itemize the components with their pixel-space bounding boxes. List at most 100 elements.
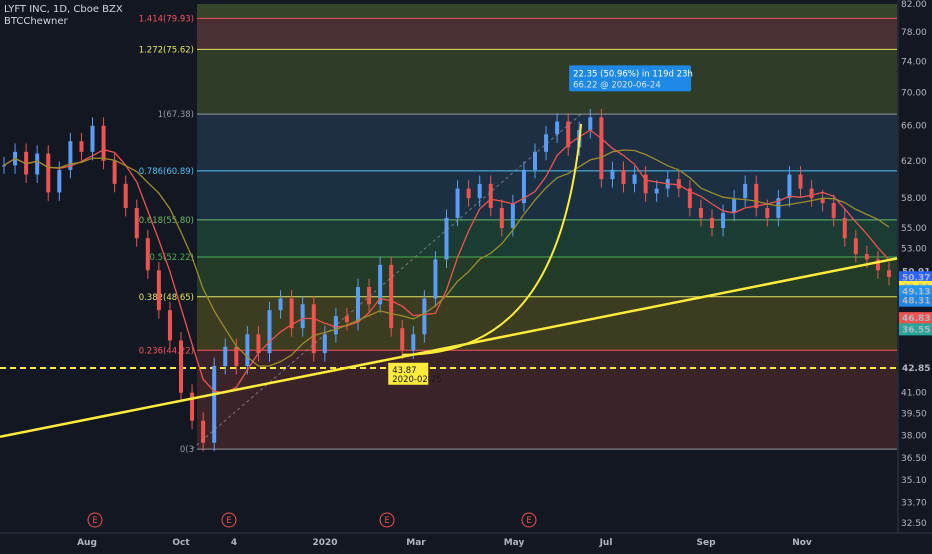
- fib-zone: [197, 170, 897, 220]
- candle-body: [499, 207, 504, 228]
- candle-body: [179, 340, 183, 393]
- candle-body: [510, 203, 515, 228]
- fib-label: 0.382(48.65): [139, 293, 194, 303]
- fib-label: 0.618(55.80): [139, 216, 194, 226]
- x-axis-label: Oct: [172, 538, 190, 548]
- candle-body: [864, 254, 869, 260]
- fib-zone: [197, 350, 897, 450]
- y-axis-label: 70.00: [901, 89, 927, 99]
- candle-body: [433, 259, 438, 299]
- y-axis-label: 55.00: [901, 224, 927, 234]
- candle-body: [356, 287, 360, 323]
- candle-body: [632, 174, 637, 184]
- candle-body: [278, 298, 283, 311]
- y-axis-label: 38.00: [901, 431, 927, 441]
- candle-body: [488, 183, 493, 208]
- candle-body: [621, 169, 626, 184]
- candle-body: [90, 125, 95, 152]
- candle-body: [123, 183, 128, 208]
- x-axis-label: May: [504, 538, 525, 548]
- x-axis-label: Aug: [77, 538, 97, 548]
- candle-body: [599, 117, 604, 180]
- earnings-label: E: [92, 516, 97, 526]
- candle-body: [46, 153, 51, 193]
- candle-body: [2, 165, 6, 167]
- candle-body: [654, 188, 659, 194]
- candle-body: [809, 188, 814, 199]
- chart-root: 1.414(79.93) 1.272(75.62) 1(67.38) 0.786(60…: [0, 0, 932, 550]
- price-tag: 48.31: [902, 297, 930, 307]
- chart-header: LYFT INC, 1D, Cboe BZX BTCChewner: [4, 4, 123, 28]
- y-axis-label: 82.00: [901, 0, 927, 10]
- x-axis-label: 2020: [312, 538, 337, 548]
- x-axis-label: Sep: [696, 538, 716, 548]
- candle-body: [267, 310, 272, 354]
- candle-body: [389, 264, 394, 329]
- candle-body: [112, 160, 117, 184]
- candle-body: [787, 174, 792, 199]
- x-axis-label: Jul: [599, 538, 613, 548]
- y-axis-label: 33.70: [901, 499, 927, 509]
- candle-body: [411, 334, 416, 351]
- candle-body: [234, 346, 239, 367]
- measure-label-main: 22.35 (50.96%) in 119d 23h: [573, 69, 693, 79]
- y-axis-label: 53.00: [901, 245, 927, 255]
- candle-body: [134, 207, 139, 239]
- measure-label: 22.35 (50.96%) in 119d 23h66.22 @ 2020-0…: [569, 65, 693, 92]
- low-label-date: 2020-02-25: [392, 375, 441, 385]
- candle-body: [588, 117, 593, 130]
- symbol-title: LYFT INC, 1D, Cboe BZX: [4, 4, 123, 15]
- candle-body: [743, 183, 748, 199]
- y-axis-label: 74.00: [901, 58, 927, 68]
- candle-body: [444, 217, 449, 260]
- candle-body: [101, 125, 106, 161]
- candle-body: [555, 121, 560, 135]
- y-axis-label: 66.00: [901, 122, 927, 132]
- candle-body: [79, 141, 84, 152]
- candle-body: [853, 238, 858, 255]
- candle-body: [35, 153, 40, 175]
- candle-body: [721, 212, 726, 228]
- price-tag: 36.55: [902, 325, 930, 335]
- candle-body: [190, 392, 195, 421]
- candle-body: [322, 334, 327, 354]
- fib-zone: [197, 49, 897, 115]
- y-axis-label: 36.50: [901, 454, 927, 464]
- candle-body: [842, 217, 847, 239]
- y-axis-label: 41.00: [901, 389, 927, 399]
- price-chart[interactable]: 1.414(79.93) 1.272(75.62) 1(67.38) 0.786(60…: [0, 0, 932, 550]
- earnings-label: E: [226, 516, 231, 526]
- candle-body: [798, 174, 803, 189]
- candle-body: [887, 270, 891, 277]
- fib-label: 1.414(79.93): [139, 14, 194, 24]
- y-axis-label: 58.00: [901, 194, 927, 204]
- candle-body: [466, 188, 471, 199]
- earnings-label: E: [526, 516, 531, 526]
- candle-body: [344, 316, 349, 323]
- fib-label: 0.786(60.89): [139, 167, 194, 177]
- candle-body: [156, 270, 161, 311]
- candle-body: [765, 207, 770, 218]
- candle-body: [245, 334, 250, 367]
- earnings-label: E: [384, 516, 389, 526]
- fib-label: 0(3: [180, 445, 194, 455]
- candle-body: [145, 238, 150, 271]
- candle-body: [167, 310, 172, 341]
- fib-label: 0.236(44.22): [139, 346, 194, 356]
- y-axis-label: 35.10: [901, 476, 927, 486]
- fib-zone: [197, 257, 897, 297]
- x-axis-label: Nov: [792, 538, 812, 548]
- candle-body: [400, 328, 405, 351]
- fib-label: 0.5(52.22): [150, 253, 194, 263]
- y-axis-label: 39.50: [901, 410, 927, 420]
- candle-body: [676, 179, 681, 189]
- candle-body: [256, 334, 261, 354]
- candle-body: [698, 207, 703, 218]
- author-name: BTCChewner: [4, 16, 68, 27]
- candle-body: [610, 169, 615, 180]
- candle-body: [57, 169, 62, 193]
- candle-body: [422, 298, 427, 335]
- measure-label-sub: 66.22 @ 2020-06-24: [573, 80, 661, 90]
- price-tag: 42.85: [902, 364, 930, 374]
- x-axis-label: 4: [231, 538, 237, 548]
